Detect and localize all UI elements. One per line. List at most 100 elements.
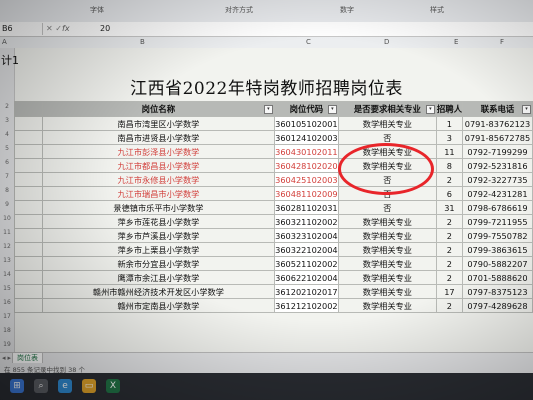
column-header-d[interactable]: D	[384, 38, 389, 46]
cell-index[interactable]	[14, 130, 43, 145]
cell-phone[interactable]: 0792-7199299	[461, 144, 533, 159]
cell-requirement[interactable]: 数学相关专业	[337, 116, 437, 131]
cell-post-name[interactable]: 赣州市定南县小学数学	[41, 298, 275, 313]
cell-count[interactable]: 2	[435, 172, 463, 187]
cell-post-code[interactable]: 360321102002	[273, 214, 339, 229]
ribbon-group-alignment[interactable]: 对齐方式	[225, 5, 253, 15]
cell-requirement[interactable]: 数学相关专业	[337, 228, 437, 243]
cell-count[interactable]: 2	[435, 270, 463, 285]
cell-requirement[interactable]: 数学相关专业	[337, 270, 437, 285]
search-icon[interactable]: ⌕	[34, 379, 48, 393]
name-box[interactable]: B6	[0, 23, 43, 35]
cell-count[interactable]: 6	[435, 186, 463, 201]
cell-post-code[interactable]: 360521102002	[273, 256, 339, 271]
cell-count[interactable]: 17	[435, 284, 463, 299]
folder-icon[interactable]: ▭	[82, 379, 96, 393]
cell-requirement[interactable]: 数学相关专业	[337, 284, 437, 299]
cell-index[interactable]	[14, 284, 43, 299]
row-number[interactable]: 9	[0, 201, 14, 208]
excel-icon[interactable]: X	[106, 379, 120, 393]
sheet-title[interactable]: 江西省2022年特岗教师招聘岗位表	[0, 74, 533, 99]
row-number[interactable]: 3	[0, 117, 14, 124]
start-icon[interactable]: ⊞	[10, 379, 24, 393]
cell-phone[interactable]: 0792-4231281	[461, 186, 533, 201]
column-header-a[interactable]: A	[2, 38, 7, 46]
cell-count[interactable]: 1	[435, 116, 463, 131]
cell-count[interactable]: 8	[435, 158, 463, 173]
cell-post-code[interactable]: 360430102011	[273, 144, 339, 159]
cell-count[interactable]: 2	[435, 214, 463, 229]
filter-dropdown-icon[interactable]: ▾	[425, 105, 435, 114]
cell-phone[interactable]: 0797-8375123	[461, 284, 533, 299]
cell-index[interactable]	[14, 242, 43, 257]
cell-index[interactable]	[14, 256, 43, 271]
cell-requirement[interactable]: 否	[337, 200, 437, 215]
cell-post-code[interactable]: 360481102009	[273, 186, 339, 201]
cell-post-name[interactable]: 九江市永修县小学数学	[41, 172, 275, 187]
cell-phone[interactable]: 0799-7550782	[461, 228, 533, 243]
cell-requirement[interactable]: 数学相关专业	[337, 242, 437, 257]
cell-index[interactable]	[14, 214, 43, 229]
cell-index[interactable]	[14, 200, 43, 215]
row-number[interactable]: 11	[0, 229, 14, 236]
cell-post-name[interactable]: 萍乡市上栗县小学数学	[41, 242, 275, 257]
cell-post-code[interactable]: 360322102004	[273, 242, 339, 257]
cell-index[interactable]	[14, 298, 43, 313]
cell-count[interactable]: 2	[435, 242, 463, 257]
cell-index[interactable]	[14, 116, 43, 131]
ribbon-group-font[interactable]: 字体	[90, 5, 104, 15]
row-number[interactable]: 8	[0, 187, 14, 194]
cell-index[interactable]	[14, 186, 43, 201]
cell-phone[interactable]: 0797-4289628	[461, 298, 533, 313]
row-number[interactable]: 12	[0, 243, 14, 250]
cell-post-name[interactable]: 鹰潭市余江县小学数学	[41, 270, 275, 285]
cell-post-code[interactable]: 360425102003	[273, 172, 339, 187]
cell-phone[interactable]: 0798-6786619	[461, 200, 533, 215]
header-requirement[interactable]: 是否要求相关专业 ▾	[337, 101, 437, 117]
cell-phone[interactable]: 0792-5231816	[461, 158, 533, 173]
cell-post-name[interactable]: 九江市彭泽县小学数学	[41, 144, 275, 159]
cell-post-name[interactable]: 萍乡市芦溪县小学数学	[41, 228, 275, 243]
cell-phone[interactable]: 0792-3227735	[461, 172, 533, 187]
row-number[interactable]: 4	[0, 131, 14, 138]
row-number[interactable]: 6	[0, 159, 14, 166]
cell-count[interactable]: 2	[435, 228, 463, 243]
cell-post-code[interactable]: 360105102001	[273, 116, 339, 131]
cell-index[interactable]	[14, 228, 43, 243]
filter-dropdown-icon[interactable]: ▾	[522, 105, 531, 114]
cell-post-name[interactable]: 景德镇市乐平市小学数学	[41, 200, 275, 215]
column-header-c[interactable]: C	[306, 38, 311, 46]
cell-post-code[interactable]: 360124102003	[273, 130, 339, 145]
column-header-b[interactable]: B	[140, 38, 145, 46]
cell-count[interactable]: 2	[435, 256, 463, 271]
row-number[interactable]: 7	[0, 173, 14, 180]
cancel-icon[interactable]: ✕ ✓	[46, 23, 62, 35]
cell-post-name[interactable]: 九江市都昌县小学数学	[41, 158, 275, 173]
column-header-f[interactable]: F	[500, 38, 504, 46]
header-code[interactable]: 岗位代码 ▾	[273, 101, 339, 117]
row-number[interactable]: 5	[0, 145, 14, 152]
cell-phone[interactable]: 0701-5888620	[461, 270, 533, 285]
row-number[interactable]: 17	[0, 313, 14, 320]
column-header-e[interactable]: E	[454, 38, 458, 46]
cell-phone[interactable]: 0799-7211955	[461, 214, 533, 229]
cell-count[interactable]: 11	[435, 144, 463, 159]
cell-post-name[interactable]: 九江市瑞昌市小学数学	[41, 186, 275, 201]
cell-post-code[interactable]: 360428102020	[273, 158, 339, 173]
header-count[interactable]: 招聘人	[435, 101, 463, 117]
cell-index[interactable]	[14, 172, 43, 187]
browser-icon[interactable]: e	[58, 379, 72, 393]
filter-dropdown-icon[interactable]: ▾	[327, 105, 337, 114]
cell-count[interactable]: 3	[435, 130, 463, 145]
cell-a1[interactable]: 计1	[1, 52, 19, 68]
row-number[interactable]: 10	[0, 215, 14, 222]
ribbon-group-number[interactable]: 数字	[340, 5, 354, 15]
cell-post-name[interactable]: 萍乡市莲花县小学数学	[41, 214, 275, 229]
filter-dropdown-icon[interactable]: ▾	[263, 105, 273, 114]
cell-index[interactable]	[14, 158, 43, 173]
row-number[interactable]: 19	[0, 341, 14, 348]
cell-phone[interactable]: 0791-85672785	[461, 130, 533, 145]
cell-post-name[interactable]: 赣州市赣州经济技术开发区小学数学	[41, 284, 275, 299]
cell-post-name[interactable]: 南昌市进贤县小学数学	[41, 130, 275, 145]
row-number[interactable]: 16	[0, 299, 14, 306]
